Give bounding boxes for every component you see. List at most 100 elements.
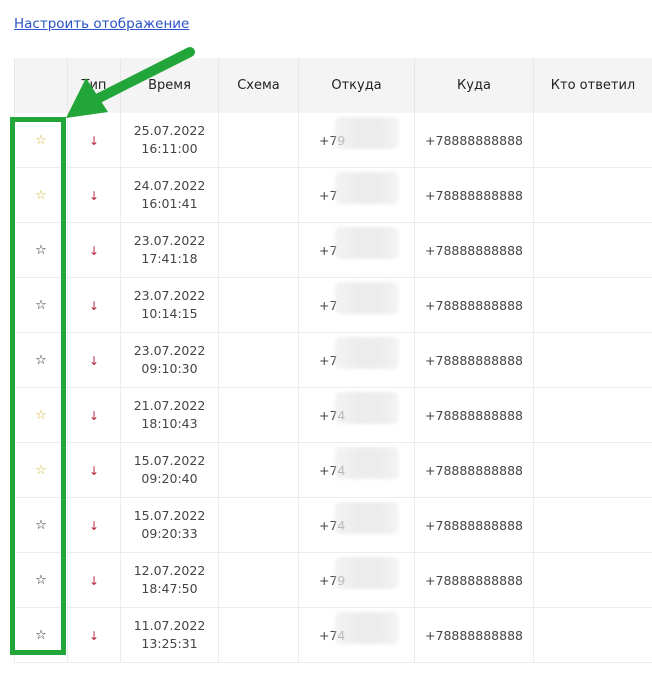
star-cell[interactable]: ☆ <box>14 222 68 278</box>
table-row[interactable]: ☆ ↓ 25.07.2022 16:11:00 +79 +78888888888 <box>14 113 652 168</box>
arrow-down-icon: ↓ <box>88 133 100 148</box>
to-number: +78888888888 <box>425 407 523 423</box>
col-header-from[interactable]: Откуда <box>298 58 415 113</box>
from-number: +7 <box>319 242 338 258</box>
type-cell: ↓ <box>67 277 121 333</box>
answered-cell <box>533 167 652 223</box>
answered-cell <box>533 332 652 388</box>
to-cell: +78888888888 <box>414 497 534 553</box>
scheme-cell <box>218 277 299 333</box>
answered-cell <box>533 113 652 168</box>
type-cell: ↓ <box>67 332 121 388</box>
table-row[interactable]: ☆ ↓ 15.07.2022 09:20:33 +74 +78888888888 <box>14 497 652 553</box>
to-number: +78888888888 <box>425 462 523 478</box>
from-cell: +7 <box>298 222 415 278</box>
call-date: 23.07.2022 <box>133 233 206 248</box>
scheme-cell <box>218 497 299 553</box>
call-date: 15.07.2022 <box>133 508 206 523</box>
col-header-star <box>14 58 68 113</box>
redaction-blur <box>335 446 399 479</box>
type-cell: ↓ <box>67 497 121 553</box>
to-number: +78888888888 <box>425 132 523 148</box>
star-cell[interactable]: ☆ <box>14 387 68 443</box>
to-cell: +78888888888 <box>414 332 534 388</box>
star-cell[interactable]: ☆ <box>14 277 68 333</box>
call-time: 18:10:43 <box>141 416 198 431</box>
to-cell: +78888888888 <box>414 277 534 333</box>
table-row[interactable]: ☆ ↓ 23.07.2022 17:41:18 +7 +78888888888 <box>14 222 652 278</box>
time-cell: 23.07.2022 10:14:15 <box>120 277 219 333</box>
star-outline-icon[interactable]: ☆ <box>35 518 47 533</box>
time-cell: 24.07.2022 16:01:41 <box>120 167 219 223</box>
star-icon[interactable]: ☆ <box>35 133 47 148</box>
time-cell: 23.07.2022 09:10:30 <box>120 332 219 388</box>
redaction-blur <box>335 611 399 644</box>
star-cell[interactable]: ☆ <box>14 442 68 498</box>
star-outline-icon[interactable]: ☆ <box>35 573 47 588</box>
from-cell: +74 <box>298 442 415 498</box>
time-cell: 15.07.2022 09:20:40 <box>120 442 219 498</box>
scheme-cell <box>218 332 299 388</box>
table-row[interactable]: ☆ ↓ 24.07.2022 16:01:41 +7 +78888888888 <box>14 167 652 223</box>
redaction-blur <box>335 171 399 204</box>
to-cell: +78888888888 <box>414 607 534 663</box>
calls-table: Тип Время Схема Откуда Куда Кто ответил … <box>14 58 652 663</box>
star-cell[interactable]: ☆ <box>14 113 68 168</box>
type-cell: ↓ <box>67 442 121 498</box>
star-icon[interactable]: ☆ <box>35 408 47 423</box>
star-cell[interactable]: ☆ <box>14 167 68 223</box>
answered-cell <box>533 497 652 553</box>
star-outline-icon[interactable]: ☆ <box>35 353 47 368</box>
col-header-time[interactable]: Время <box>120 58 219 113</box>
scheme-cell <box>218 167 299 223</box>
star-outline-icon[interactable]: ☆ <box>35 298 47 313</box>
time-cell: 25.07.2022 16:11:00 <box>120 113 219 168</box>
table-row[interactable]: ☆ ↓ 11.07.2022 13:25:31 +74 +78888888888 <box>14 607 652 663</box>
to-number: +78888888888 <box>425 187 523 203</box>
arrow-down-icon: ↓ <box>88 408 100 423</box>
star-outline-icon[interactable]: ☆ <box>35 243 47 258</box>
col-header-to[interactable]: Куда <box>414 58 534 113</box>
col-header-answered[interactable]: Кто ответил <box>533 58 652 113</box>
col-header-type[interactable]: Тип <box>67 58 121 113</box>
call-date: 23.07.2022 <box>133 343 206 358</box>
arrow-down-icon: ↓ <box>88 188 100 203</box>
call-time: 09:20:40 <box>141 471 198 486</box>
call-date: 21.07.2022 <box>133 398 206 413</box>
star-cell[interactable]: ☆ <box>14 332 68 388</box>
answered-cell <box>533 442 652 498</box>
star-icon[interactable]: ☆ <box>35 463 47 478</box>
star-icon[interactable]: ☆ <box>35 188 47 203</box>
star-cell[interactable]: ☆ <box>14 497 68 553</box>
star-cell[interactable]: ☆ <box>14 607 68 663</box>
redaction-blur <box>335 226 399 259</box>
arrow-down-icon: ↓ <box>88 628 100 643</box>
time-cell: 21.07.2022 18:10:43 <box>120 387 219 443</box>
from-number: +7 <box>319 297 338 313</box>
table-row[interactable]: ☆ ↓ 21.07.2022 18:10:43 +74 +78888888888 <box>14 387 652 443</box>
from-cell: +79 <box>298 552 415 608</box>
call-date: 15.07.2022 <box>133 453 206 468</box>
from-number: +7 <box>319 187 338 203</box>
scheme-cell <box>218 113 299 168</box>
table-row[interactable]: ☆ ↓ 23.07.2022 09:10:30 +7 +78888888888 <box>14 332 652 388</box>
call-date: 23.07.2022 <box>133 288 206 303</box>
arrow-down-icon: ↓ <box>88 353 100 368</box>
type-cell: ↓ <box>67 113 121 168</box>
to-cell: +78888888888 <box>414 167 534 223</box>
to-cell: +78888888888 <box>414 113 534 168</box>
table-row[interactable]: ☆ ↓ 23.07.2022 10:14:15 +7 +78888888888 <box>14 277 652 333</box>
from-cell: +79 <box>298 113 415 168</box>
call-time: 10:14:15 <box>141 306 198 321</box>
table-row[interactable]: ☆ ↓ 15.07.2022 09:20:40 +74 +78888888888 <box>14 442 652 498</box>
answered-cell <box>533 387 652 443</box>
scheme-cell <box>218 442 299 498</box>
table-row[interactable]: ☆ ↓ 12.07.2022 18:47:50 +79 +78888888888 <box>14 552 652 608</box>
from-number: +7 <box>319 352 338 368</box>
from-cell: +74 <box>298 497 415 553</box>
star-cell[interactable]: ☆ <box>14 552 68 608</box>
star-outline-icon[interactable]: ☆ <box>35 628 47 643</box>
col-header-scheme[interactable]: Схема <box>218 58 299 113</box>
customize-view-link[interactable]: Настроить отображение <box>14 16 189 32</box>
call-date: 12.07.2022 <box>133 563 206 578</box>
